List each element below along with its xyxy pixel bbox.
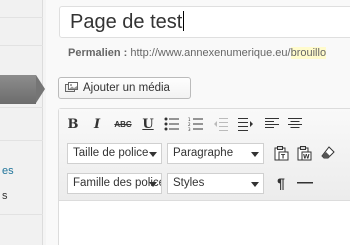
title-input[interactable]: Page de test	[59, 6, 350, 38]
paragraph-select[interactable]: Paragraphe	[167, 143, 264, 164]
editor-content[interactable]	[59, 202, 350, 245]
menu-separator	[0, 107, 43, 108]
horizontal-rule-icon[interactable]	[295, 174, 315, 192]
main-content: Page de test Permalien : http://www.anne…	[46, 0, 350, 245]
menu-item-dim[interactable]: s	[2, 190, 42, 202]
pilcrow-button[interactable]: ¶	[271, 174, 291, 192]
svg-text:W: W	[303, 153, 310, 160]
permalink-url[interactable]: http://www.annexenumerique.eu/	[130, 47, 290, 59]
numbered-list-icon[interactable]: 123	[186, 115, 206, 133]
bold-button[interactable]: B	[63, 115, 83, 133]
text-caret	[183, 11, 185, 31]
menu-separator	[0, 17, 43, 18]
font-size-select[interactable]: Taille de police	[67, 143, 162, 164]
styles-value: Styles	[173, 177, 205, 189]
strikethrough-button[interactable]: ABC	[113, 115, 133, 133]
paste-word-icon[interactable]: W	[294, 144, 314, 162]
permalink-row: Permalien : http://www.annexenumerique.e…	[68, 47, 327, 59]
menu-separator	[0, 214, 43, 215]
styles-select[interactable]: Styles	[167, 173, 264, 194]
media-icon	[65, 82, 79, 94]
menu-separator	[0, 140, 43, 141]
chevron-down-icon	[149, 152, 157, 157]
add-media-button[interactable]: Ajouter un média	[58, 77, 191, 99]
underline-button[interactable]: U	[138, 115, 158, 133]
menu-item-active[interactable]	[0, 75, 36, 104]
paste-text-icon[interactable]: T	[271, 144, 291, 162]
align-center-icon[interactable]	[285, 115, 305, 133]
add-media-label: Ajouter un média	[83, 82, 170, 94]
menu-item-pages[interactable]: es	[2, 165, 42, 177]
indent-icon[interactable]	[236, 115, 256, 133]
editor-toolbar: B I ABC U 123 Taille de police Paragraph…	[59, 109, 350, 201]
menu-active-arrow	[36, 75, 45, 103]
italic-button[interactable]: I	[87, 115, 107, 133]
svg-text:3: 3	[188, 127, 191, 131]
permalink-slug[interactable]: brouillo	[290, 47, 327, 59]
chevron-down-icon	[251, 182, 259, 187]
font-family-select[interactable]: Famille des polices	[67, 173, 162, 194]
chevron-down-icon	[251, 152, 259, 157]
font-size-value: Taille de police	[73, 147, 149, 159]
bullet-list-icon[interactable]	[162, 115, 182, 133]
title-text: Page de test	[70, 11, 183, 33]
align-left-icon[interactable]	[262, 115, 282, 133]
menu-separator	[0, 45, 43, 46]
eraser-icon[interactable]	[318, 144, 338, 162]
chevron-down-icon	[149, 182, 157, 187]
outdent-icon[interactable]	[211, 115, 231, 133]
admin-menu: es s	[0, 0, 45, 245]
editor: B I ABC U 123 Taille de police Paragraph…	[58, 108, 350, 245]
paragraph-value: Paragraphe	[173, 147, 234, 159]
permalink-label: Permalien :	[68, 47, 128, 59]
